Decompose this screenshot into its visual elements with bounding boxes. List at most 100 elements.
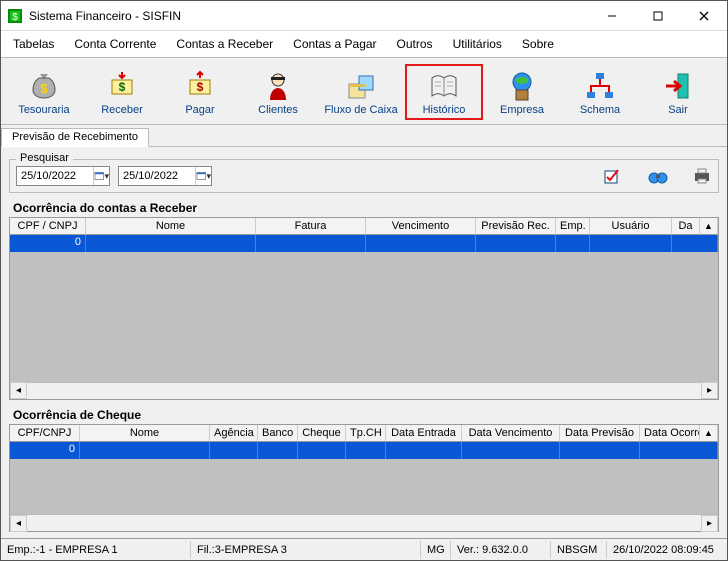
table-row[interactable]: 0 <box>10 442 718 459</box>
grid1-col-previsao[interactable]: Previsão Rec. <box>476 218 556 235</box>
grid2-col-cheque[interactable]: Cheque <box>298 425 346 442</box>
grid1-row0-fatura <box>256 235 366 252</box>
grid2-col-cpf[interactable]: CPF/CNPJ <box>10 425 80 442</box>
grid2-col-dataprev[interactable]: Data Previsão <box>560 425 640 442</box>
grid1-hscrollbar[interactable]: ◂ ▸ <box>10 382 718 399</box>
menu-tabelas[interactable]: Tabelas <box>9 35 58 53</box>
toolbar-historico[interactable]: Histórico <box>405 64 483 120</box>
grid1-row0-usuario <box>590 235 672 252</box>
tab-previsao-recebimento[interactable]: Previsão de Recebimento <box>1 128 149 147</box>
grid2-hscrollbar[interactable]: ◂ ▸ <box>10 514 718 531</box>
date-to-input[interactable]: 25/10/2022 ▾ <box>118 166 212 186</box>
check-options-icon[interactable] <box>604 166 624 186</box>
grid2-col-dataentrada[interactable]: Data Entrada <box>386 425 462 442</box>
close-button[interactable] <box>681 1 727 30</box>
calendar-dropdown-icon[interactable]: ▾ <box>195 167 211 185</box>
printer-icon[interactable] <box>692 166 712 186</box>
status-emp: Emp.:-1 - EMPRESA 1 <box>1 541 191 559</box>
toolbar-sair[interactable]: Sair <box>639 64 717 120</box>
pay-money-icon: $ <box>184 70 216 102</box>
toolbar-clientes-label: Clientes <box>258 104 298 116</box>
money-bag-icon: $ <box>28 70 60 102</box>
date-to-value: 25/10/2022 <box>123 170 178 182</box>
table-row[interactable]: 0 <box>10 235 718 252</box>
toolbar-schema[interactable]: Schema <box>561 64 639 120</box>
grid1-col-vencimento[interactable]: Vencimento <box>366 218 476 235</box>
grid2-col-banco[interactable]: Banco <box>258 425 298 442</box>
calendar-dropdown-icon[interactable]: ▾ <box>93 167 109 185</box>
grid1-col-fatura[interactable]: Fatura <box>256 218 366 235</box>
grid1-col-nome[interactable]: Nome <box>86 218 256 235</box>
app-icon: $ <box>7 8 23 24</box>
scroll-left-icon[interactable]: ◂ <box>10 515 27 532</box>
toolbar-schema-label: Schema <box>580 104 620 116</box>
clients-icon <box>262 70 294 102</box>
grid2-col-datavenc[interactable]: Data Vencimento <box>462 425 560 442</box>
schema-icon <box>584 70 616 102</box>
search-group: Pesquisar 25/10/2022 ▾ 25/10/2022 ▾ <box>9 159 719 193</box>
minimize-button[interactable] <box>589 1 635 30</box>
grid2-col-scroll-up[interactable]: ▲ <box>700 425 718 442</box>
menu-utilitarios[interactable]: Utilitários <box>449 35 506 53</box>
status-ver: Ver.: 9.632.0.0 <box>451 541 551 559</box>
grid1-col-scroll-up[interactable]: ▲ <box>700 218 718 235</box>
menu-contas-a-receber[interactable]: Contas a Receber <box>172 35 277 53</box>
toolbar-receber[interactable]: $ Receber <box>83 64 161 120</box>
grid1-header: CPF / CNPJ Nome Fatura Vencimento Previs… <box>10 218 718 235</box>
scroll-right-icon[interactable]: ▸ <box>701 515 718 532</box>
content-area: Pesquisar 25/10/2022 ▾ 25/10/2022 ▾ <box>1 147 727 538</box>
grid2-col-nome[interactable]: Nome <box>80 425 210 442</box>
grid1-col-usuario[interactable]: Usuário <box>590 218 672 235</box>
grid-contas-receber: Ocorrência do contas a Receber CPF / CNP… <box>9 201 719 400</box>
toolbar-clientes[interactable]: Clientes <box>239 64 317 120</box>
grid1-row0-cpf: 0 <box>10 235 86 252</box>
grid1-body[interactable]: 0 <box>10 235 718 382</box>
svg-text:$: $ <box>197 80 204 94</box>
toolbar-empresa[interactable]: Empresa <box>483 64 561 120</box>
scroll-left-icon[interactable]: ◂ <box>10 382 27 399</box>
toolbar-historico-label: Histórico <box>423 104 466 116</box>
svg-text:$: $ <box>40 81 48 96</box>
grid1[interactable]: CPF / CNPJ Nome Fatura Vencimento Previs… <box>9 217 719 400</box>
svg-text:$: $ <box>119 80 126 94</box>
binoculars-search-icon[interactable] <box>648 166 668 186</box>
toolbar-fluxo-de-caixa[interactable]: Fluxo de Caixa <box>317 64 405 120</box>
grid1-col-da[interactable]: Da <box>672 218 700 235</box>
menu-outros[interactable]: Outros <box>393 35 437 53</box>
search-legend: Pesquisar <box>16 152 73 164</box>
grid1-col-cpf[interactable]: CPF / CNPJ <box>10 218 86 235</box>
svg-text:$: $ <box>12 12 18 23</box>
maximize-button[interactable] <box>635 1 681 30</box>
app-window: $ Sistema Financeiro - SISFIN Tabelas Co… <box>0 0 728 561</box>
date-from-input[interactable]: 25/10/2022 ▾ <box>16 166 110 186</box>
toolbar-tesouraria[interactable]: $ Tesouraria <box>5 64 83 120</box>
exit-icon <box>662 70 694 102</box>
toolbar-tesouraria-label: Tesouraria <box>18 104 69 116</box>
grid2-col-agencia[interactable]: Agência <box>210 425 258 442</box>
toolbar-pagar-label: Pagar <box>185 104 214 116</box>
grid2[interactable]: CPF/CNPJ Nome Agência Banco Cheque Tp.CH… <box>9 424 719 532</box>
grid2-body[interactable]: 0 <box>10 442 718 514</box>
status-datetime: 26/10/2022 08:09:45 <box>607 541 727 559</box>
menu-sobre[interactable]: Sobre <box>518 35 558 53</box>
status-uf: MG <box>421 541 451 559</box>
toolbar-fluxo-label: Fluxo de Caixa <box>324 104 397 116</box>
tab-strip: Previsão de Recebimento <box>1 125 727 147</box>
grid1-row0-nome <box>86 235 256 252</box>
grid-cheque: Ocorrência de Cheque CPF/CNPJ Nome Agênc… <box>9 408 719 532</box>
window-title: Sistema Financeiro - SISFIN <box>29 9 589 23</box>
menu-conta-corrente[interactable]: Conta Corrente <box>70 35 160 53</box>
date-from-value: 25/10/2022 <box>21 170 76 182</box>
toolbar-sair-label: Sair <box>668 104 688 116</box>
search-action-icons <box>604 166 712 186</box>
grid1-col-emp[interactable]: Emp. <box>556 218 590 235</box>
menubar: Tabelas Conta Corrente Contas a Receber … <box>1 31 727 58</box>
grid1-row0-da <box>672 235 718 252</box>
receive-money-icon: $ <box>106 70 138 102</box>
grid2-col-tpch[interactable]: Tp.CH <box>346 425 386 442</box>
cashflow-icon <box>345 70 377 102</box>
scroll-right-icon[interactable]: ▸ <box>701 382 718 399</box>
toolbar-pagar[interactable]: $ Pagar <box>161 64 239 120</box>
grid2-col-dataocorr[interactable]: Data Ocorrê <box>640 425 700 442</box>
menu-contas-a-pagar[interactable]: Contas a Pagar <box>289 35 380 53</box>
